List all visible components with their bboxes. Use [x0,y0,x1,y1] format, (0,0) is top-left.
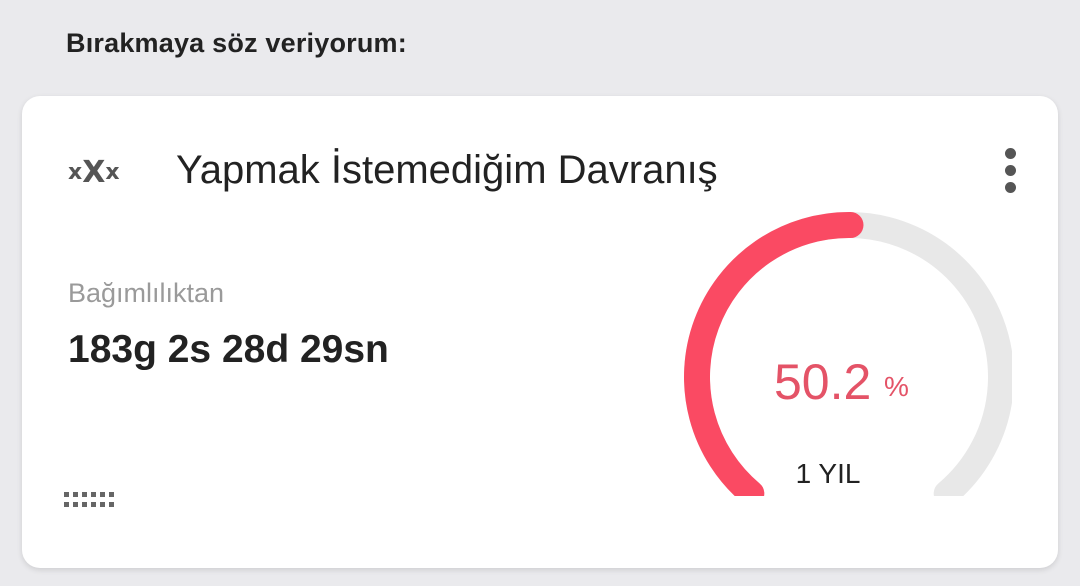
goal-duration-label: 1 YIL [795,458,861,489]
more-options-button[interactable] [994,140,1026,200]
xxx-icon-left: x [68,159,83,185]
drag-handle-icon[interactable] [64,492,114,512]
more-vertical-icon-dot [1004,181,1016,193]
habit-card[interactable]: x X x Yapmak İstemediğim Davranış Bağıml… [22,96,1058,568]
xxx-icon-right: x [105,159,120,185]
progress-percent-value: 50.2 [774,354,872,410]
elapsed-time: 183g 2s 28d 29sn [68,328,389,371]
progress-gauge [684,212,1012,496]
since-label: Bağımlılıktan [68,278,225,308]
habit-title: Yapmak İstemediğim Davranış [176,148,718,192]
section-heading: Bırakmaya söz veriyorum: [66,28,407,58]
xxx-icon: x X x [68,152,132,192]
xxx-icon-center: X [82,154,106,190]
progress-percent-unit: % [884,371,909,402]
more-vertical-icon [1004,147,1016,159]
more-vertical-icon-dot [1004,164,1016,176]
